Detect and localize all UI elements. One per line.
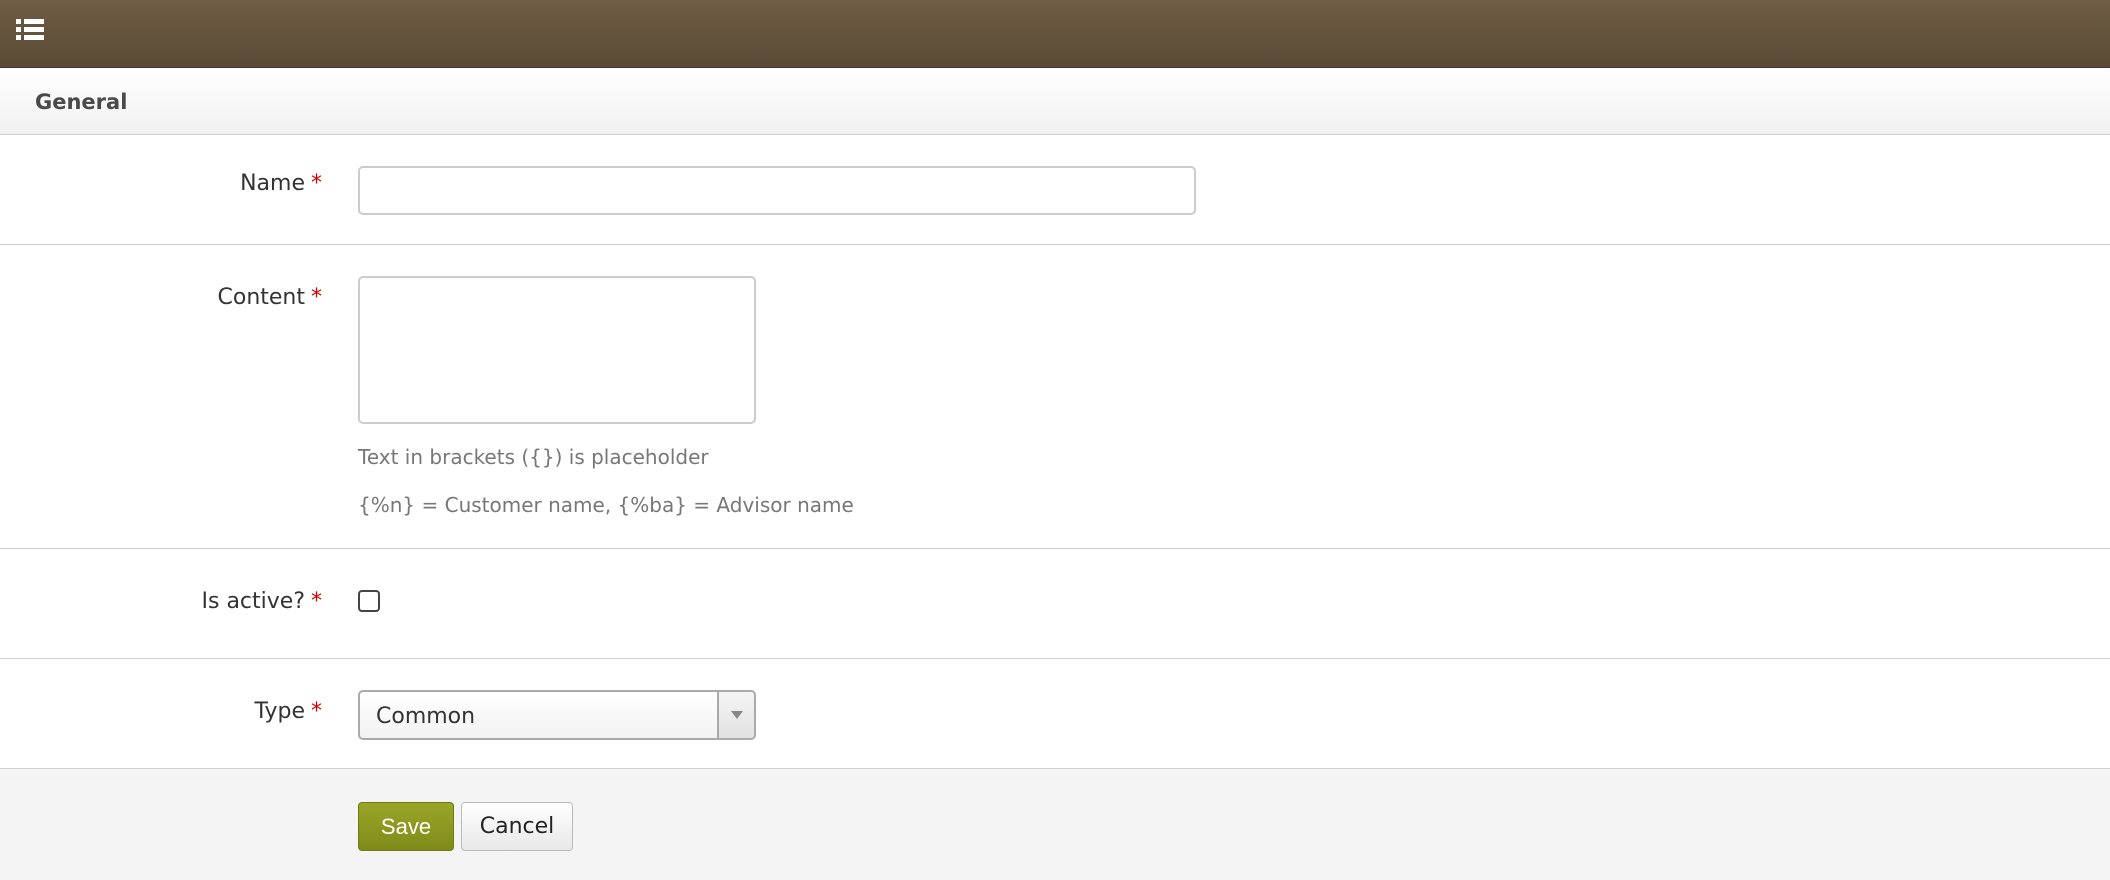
type-select[interactable]: Common <box>358 690 756 740</box>
type-select-toggle[interactable] <box>717 692 754 738</box>
type-row: Type * Common <box>0 659 2110 769</box>
is-active-label-text: Is active? <box>201 589 306 614</box>
content-help-placeholder: Text in brackets ({}) is placeholder <box>358 445 709 469</box>
content-textarea[interactable] <box>358 276 756 424</box>
required-marker: * <box>311 589 322 614</box>
required-marker: * <box>311 285 322 310</box>
section-header: General <box>0 68 2110 135</box>
form-actions: Save Cancel <box>0 769 2110 880</box>
is-active-label: Is active? * <box>202 589 323 614</box>
is-active-row: Is active? * <box>0 549 2110 659</box>
content-help-variables: {%n} = Customer name, {%ba} = Advisor na… <box>358 493 854 517</box>
required-marker: * <box>311 699 322 724</box>
chevron-down-icon <box>731 711 743 719</box>
save-button[interactable]: Save <box>358 802 454 851</box>
content-label-text: Content <box>217 285 306 310</box>
type-select-value: Common <box>376 704 476 729</box>
section-title: General <box>35 90 128 114</box>
content-row: Content * Text in brackets ({}) is placeh… <box>0 245 2110 549</box>
name-label: Name * <box>240 171 322 196</box>
type-label-text: Type <box>254 699 305 724</box>
name-row: Name * <box>0 135 2110 245</box>
content-label: Content * <box>218 285 323 310</box>
required-marker: * <box>311 171 322 196</box>
name-input[interactable] <box>358 166 1196 215</box>
top-navigation-bar <box>0 0 2110 68</box>
type-label: Type * <box>254 699 322 724</box>
list-icon[interactable] <box>16 17 44 41</box>
name-label-text: Name <box>240 171 305 196</box>
cancel-button[interactable]: Cancel <box>461 802 573 851</box>
is-active-checkbox[interactable] <box>358 590 380 612</box>
